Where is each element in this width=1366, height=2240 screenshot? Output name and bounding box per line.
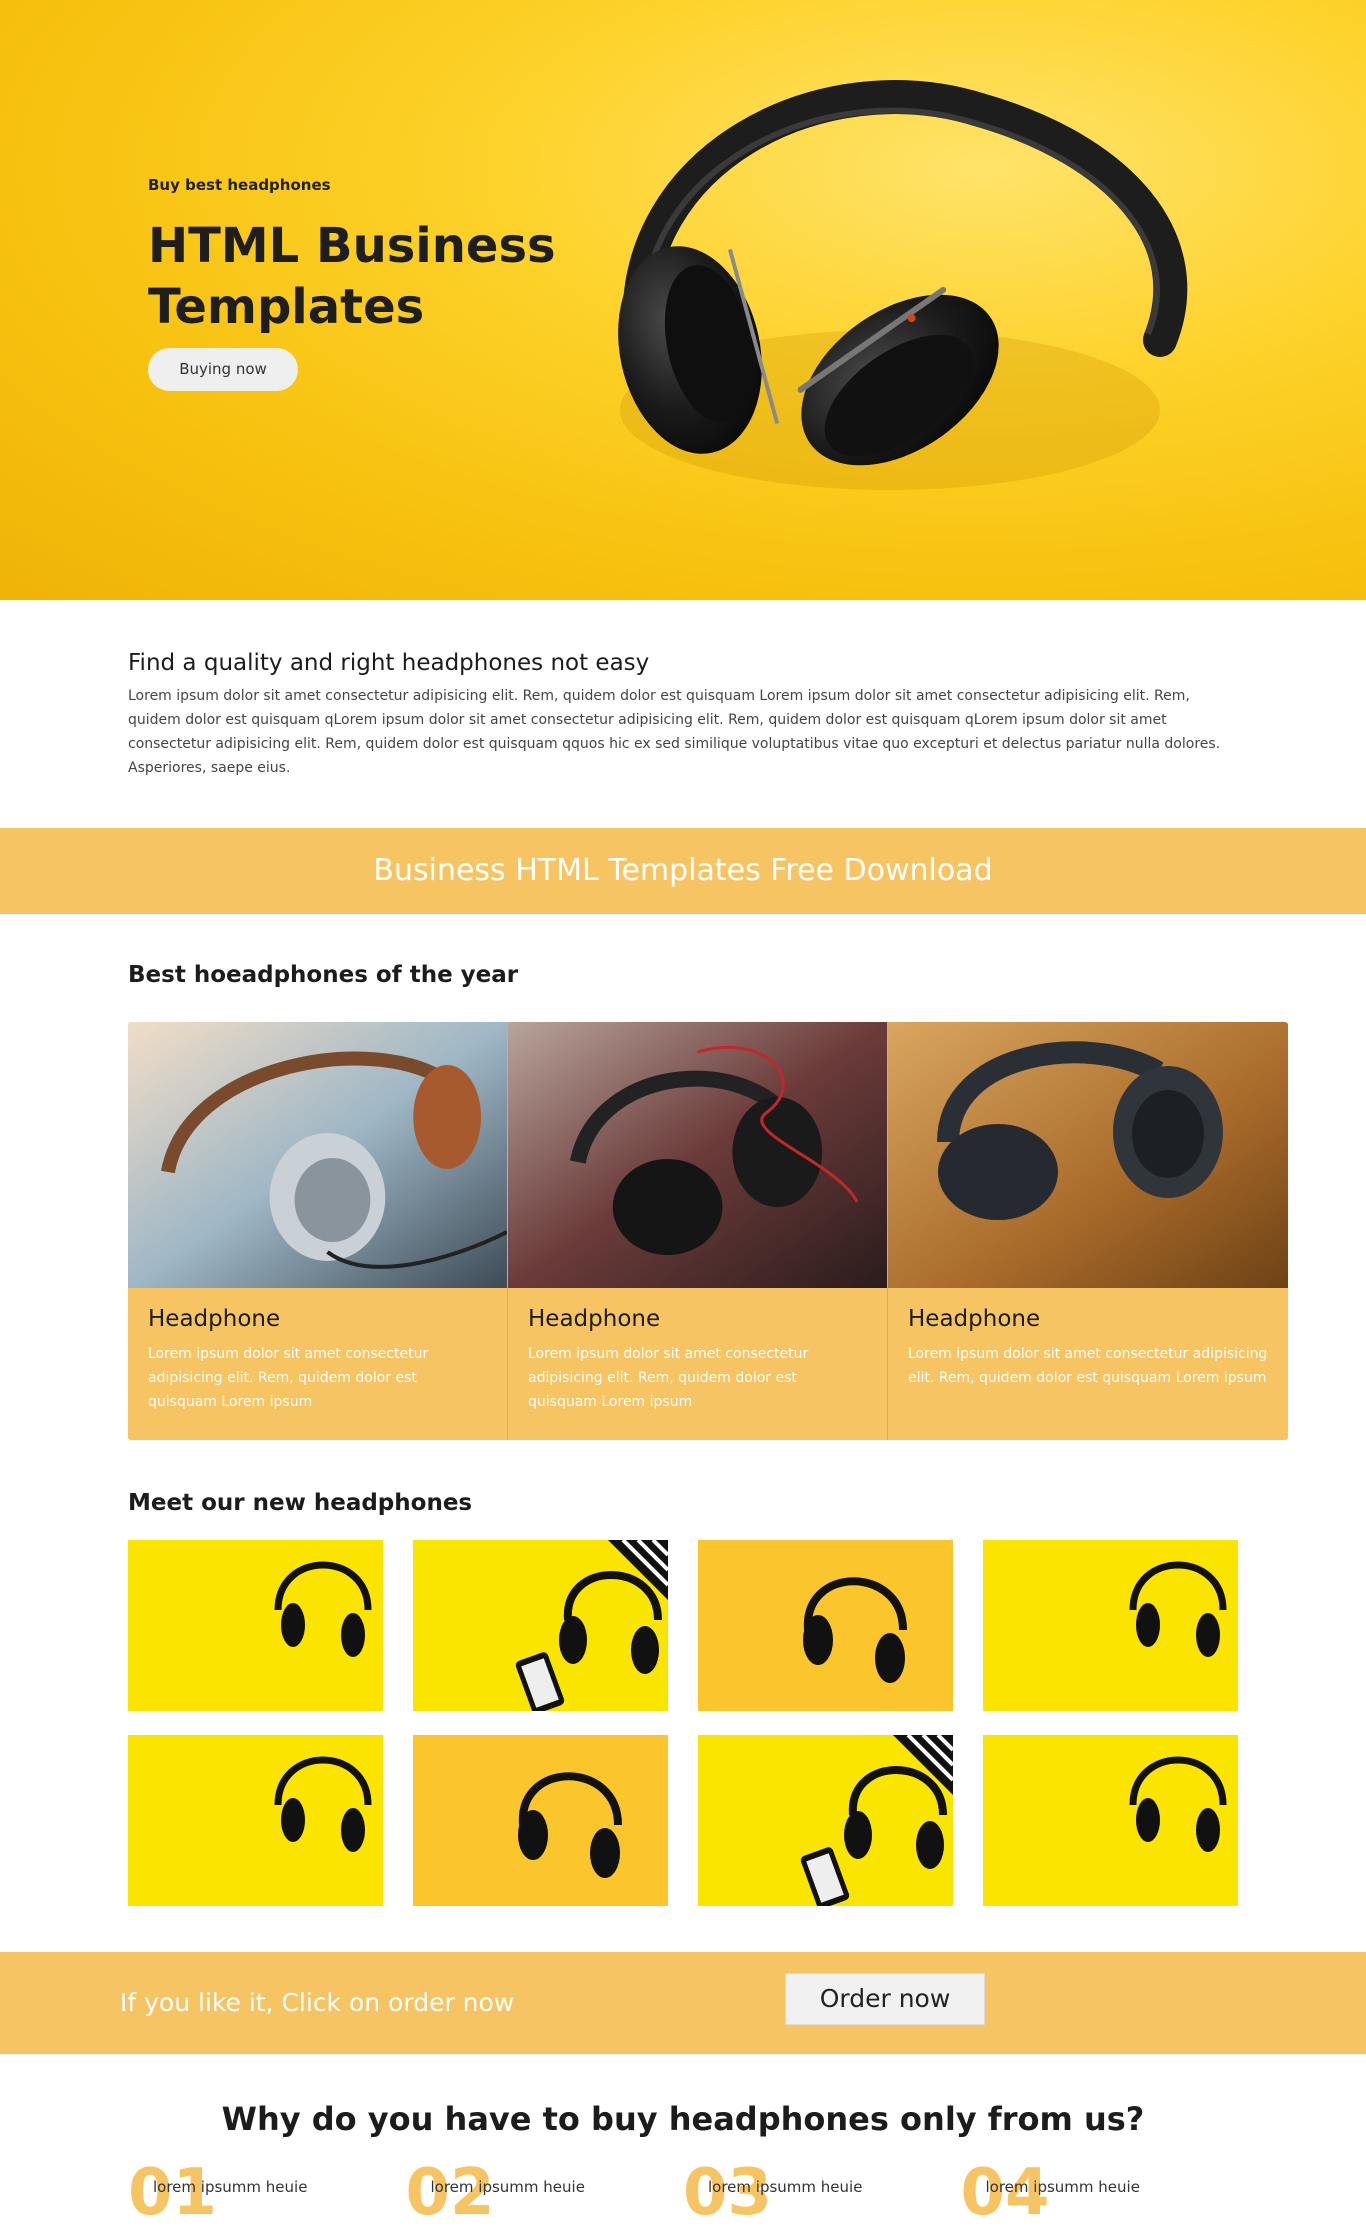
product-card[interactable]: Headphone Lorem ipsum dolor sit amet con… [508,1022,888,1440]
intro-paragraph: Lorem ipsum dolor sit amet consectetur a… [128,688,1221,776]
gallery-heading: Meet our new headphones [128,1490,473,1516]
gallery-thumbnail[interactable] [413,1540,668,1711]
product-card[interactable]: Headphone Lorem ipsum dolor sit amet con… [128,1022,508,1440]
reason-item: 03 lorem ipsumm heuie [683,2158,961,2232]
product-card[interactable]: Headphone Lorem ipsum dolor sit amet con… [888,1022,1288,1440]
card-text: Lorem ipsum dolor sit amet consectetur a… [528,1346,809,1410]
best-headphones-heading: Best hoeadphones of the year [128,962,519,988]
card-title: Headphone [908,1306,1041,1332]
gallery-thumbnail[interactable] [983,1735,1238,1906]
headphones-hero-image [618,80,1188,490]
hero-kicker: Buy best headphones [148,176,331,194]
card-text: Lorem ipsum dolor sit amet consectetur a… [908,1346,1268,1386]
card-text: Lorem ipsum dolor sit amet consectetur a… [148,1346,429,1410]
hero-section: Buy best headphones HTML Business Templa… [0,0,1366,600]
intro-heading: Find a quality and right headphones not … [128,650,650,676]
reason-text: lorem ipsumm heuie [708,2178,863,2196]
hero-text: Buy best headphones HTML Business Templa… [148,176,568,391]
headphone-gallery [128,1540,1238,1906]
hero-title: HTML Business Templates [148,218,556,335]
why-heading: Why do you have to buy headphones only f… [221,2100,1145,2138]
headphone-product-image [128,1022,507,1288]
reason-item: 01 lorem ipsumm heuie [128,2158,406,2232]
order-callout: If you like it, Click on order now [120,1988,515,2017]
gallery-thumbnail[interactable] [983,1540,1238,1711]
order-strip: If you like it, Click on order now Order… [0,1952,1366,2054]
reason-item: 02 lorem ipsumm heuie [406,2158,684,2232]
reasons-list: 01 lorem ipsumm heuie 02 lorem ipsumm he… [128,2158,1239,2232]
intro-section: Find a quality and right headphones not … [128,650,1228,780]
gallery-thumbnail[interactable] [698,1540,953,1711]
gallery-thumbnail[interactable] [128,1735,383,1906]
reason-item: 04 lorem ipsumm heuie [961,2158,1239,2232]
product-cards: Headphone Lorem ipsum dolor sit amet con… [128,1022,1288,1440]
card-title: Headphone [528,1306,661,1332]
gallery-thumbnail[interactable] [413,1735,668,1906]
gallery-thumbnail[interactable] [128,1540,383,1711]
gallery-thumbnail[interactable] [698,1735,953,1906]
headphone-product-image [508,1022,887,1288]
headphone-product-image [888,1022,1288,1288]
buying-now-button[interactable]: Buying now [148,348,298,391]
card-title: Headphone [148,1306,281,1332]
reason-text: lorem ipsumm heuie [430,2178,585,2196]
download-banner: Business HTML Templates Free Download [0,828,1366,914]
reason-text: lorem ipsumm heuie [153,2178,308,2196]
reason-text: lorem ipsumm heuie [985,2178,1140,2196]
order-now-button[interactable]: Order now [785,1973,985,2025]
